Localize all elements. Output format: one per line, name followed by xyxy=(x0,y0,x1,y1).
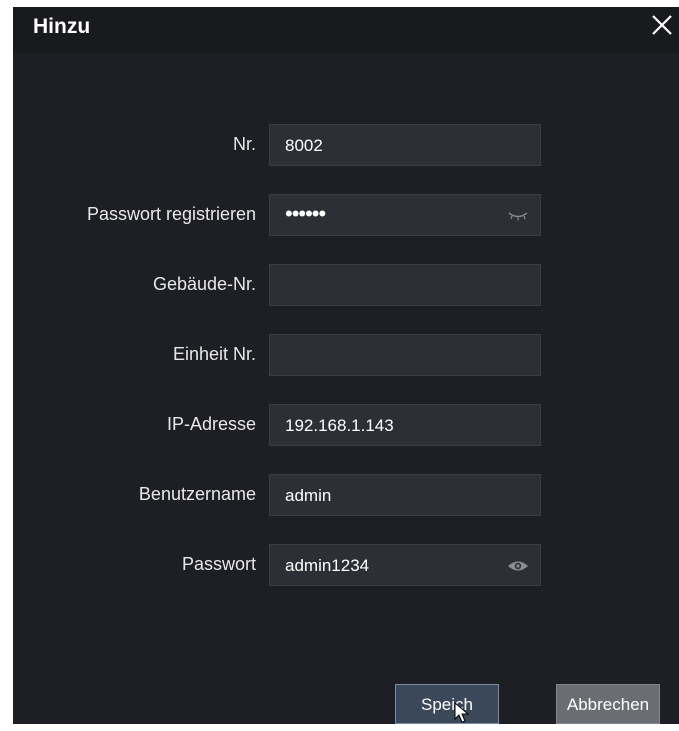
password-field[interactable]: admin1234 xyxy=(269,544,541,586)
row-unit-nr: Einheit Nr. xyxy=(13,334,679,376)
mouse-pointer-icon xyxy=(454,702,470,723)
username-field[interactable]: admin xyxy=(269,474,541,516)
register-password-value: •••••• xyxy=(285,201,326,226)
nr-field[interactable]: 8002 xyxy=(269,124,541,166)
register-password-field[interactable]: •••••• xyxy=(269,194,541,236)
save-button[interactable]: Speich xyxy=(395,684,499,724)
label-nr: Nr. xyxy=(232,134,256,154)
row-register-password: Passwort registrieren •••••• xyxy=(13,194,679,236)
label-unit-nr: Einheit Nr. xyxy=(172,344,256,364)
close-icon xyxy=(652,15,672,35)
label-building-nr: Gebäude-Nr. xyxy=(152,274,256,294)
label-ip-address: IP-Adresse xyxy=(166,414,256,434)
nr-value: 8002 xyxy=(285,136,323,155)
eye-open-icon[interactable] xyxy=(506,557,530,575)
add-device-dialog: Hinzu Nr. 8002 Passwort registrieren •••… xyxy=(13,7,679,724)
unit-nr-field[interactable] xyxy=(269,334,541,376)
eye-closed-icon[interactable] xyxy=(506,207,530,225)
row-nr: Nr. 8002 xyxy=(13,124,679,166)
close-button[interactable] xyxy=(647,7,677,41)
label-register-password: Passwort registrieren xyxy=(86,204,256,224)
password-value: admin1234 xyxy=(285,556,370,575)
row-password: Passwort admin1234 xyxy=(13,544,679,586)
building-nr-field[interactable] xyxy=(269,264,541,306)
dialog-titlebar: Hinzu xyxy=(13,7,679,53)
cancel-button[interactable]: Abbrechen xyxy=(556,684,660,724)
dialog-title: Hinzu xyxy=(33,15,91,38)
row-username: Benutzername admin xyxy=(13,474,679,516)
ip-address-value: 192.168.1.143 xyxy=(285,416,394,435)
username-value: admin xyxy=(285,486,332,505)
label-password: Passwort xyxy=(181,554,256,574)
ip-address-field[interactable]: 192.168.1.143 xyxy=(269,404,541,446)
label-username: Benutzername xyxy=(138,484,256,504)
row-ip-address: IP-Adresse 192.168.1.143 xyxy=(13,404,679,446)
row-building-nr: Gebäude-Nr. xyxy=(13,264,679,306)
